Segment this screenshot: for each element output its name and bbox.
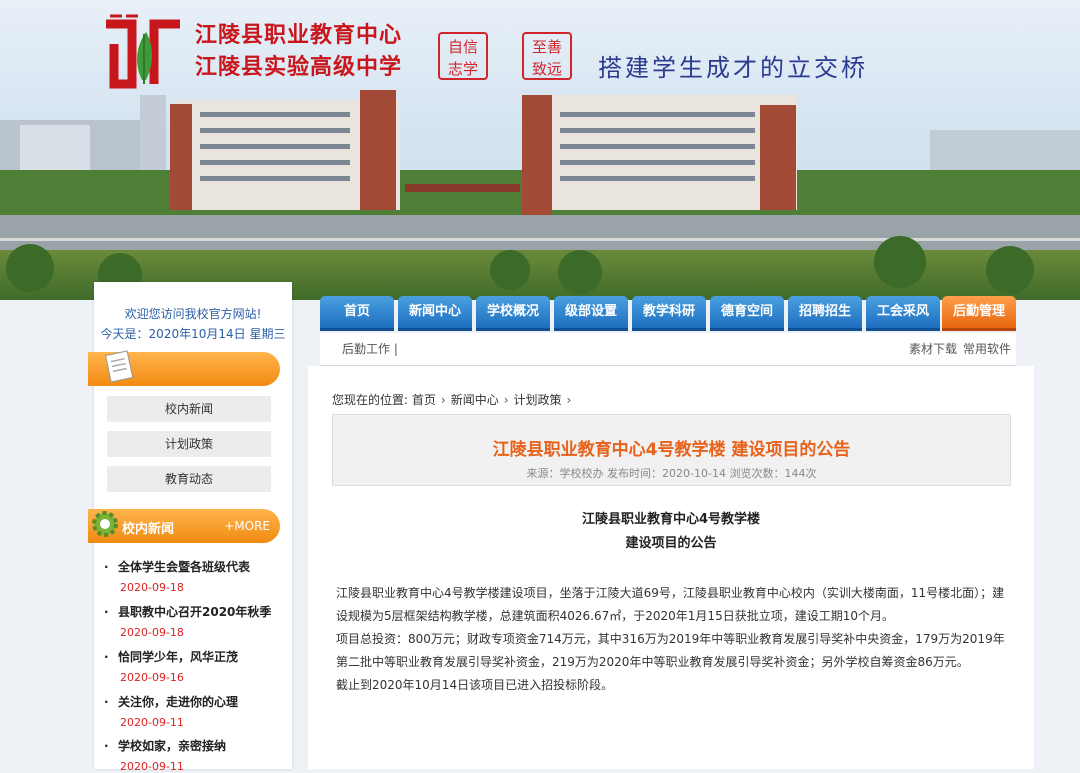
article-body-heading: 江陵县职业教育中心4号教学楼 建设项目的公告 bbox=[308, 508, 1034, 556]
heading-line-1: 江陵县职业教育中心4号教学楼 bbox=[581, 512, 761, 527]
news-section-title: 校内新闻 bbox=[122, 522, 175, 537]
sidebar-menu-header bbox=[88, 350, 280, 386]
seal-left-line-2: 志学 bbox=[447, 60, 478, 78]
tab-logistics[interactable]: 后勤管理 bbox=[942, 296, 1016, 331]
article-body: 江陵县职业教育中心4号教学楼建设项目，坐落于江陵大道69号，江陵县职业教育中心校… bbox=[336, 582, 1008, 697]
more-link[interactable]: +MORE bbox=[224, 519, 270, 533]
tab-home[interactable]: 首页 bbox=[320, 296, 394, 331]
chevron-right-icon: › bbox=[440, 393, 446, 407]
subnav-downloads[interactable]: 素材下载 bbox=[909, 333, 957, 365]
school-logo bbox=[106, 14, 180, 89]
bullet-icon: · bbox=[104, 605, 109, 619]
news-date: 2020-09-18 bbox=[120, 626, 184, 639]
tab-recruitment[interactable]: 招聘招生 bbox=[788, 296, 862, 331]
breadcrumb-label: 您现在的位置: bbox=[332, 393, 409, 407]
bullet-icon: · bbox=[104, 560, 109, 574]
news-title[interactable]: 全体学生会暨各班级代表 bbox=[118, 560, 250, 574]
news-list-item[interactable]: · 全体学生会暨各班级代表 2020-09-18 bbox=[104, 558, 284, 594]
sidebar-item-plans-policy[interactable]: 计划政策 bbox=[107, 431, 271, 457]
news-date: 2020-09-16 bbox=[120, 671, 184, 684]
sidebar-item-campus-news[interactable]: 校内新闻 bbox=[107, 396, 271, 422]
article-title: 江陵县职业教育中心4号教学楼 建设项目的公告 bbox=[492, 440, 851, 460]
heading-line-2: 建设项目的公告 bbox=[625, 536, 717, 551]
news-date: 2020-09-18 bbox=[120, 581, 184, 594]
document-icon bbox=[104, 350, 134, 383]
chevron-right-icon: › bbox=[566, 393, 572, 407]
seal-right-line-2: 致远 bbox=[531, 60, 562, 78]
main-content: 您现在的位置: 首页 › 新闻中心 › 计划政策 › 江陵县职业教育中心4号教学楼 建设项… bbox=[308, 366, 1034, 769]
main-nav: 首页 新闻中心 学校概况 级部设置 教学科研 德育空间 招聘招生 工会采风 后勤… bbox=[320, 296, 1016, 331]
tab-teaching-research[interactable]: 教学科研 bbox=[632, 296, 706, 331]
tab-grade-departments[interactable]: 级部设置 bbox=[554, 296, 628, 331]
seal-left-line-1: 自信 bbox=[447, 38, 478, 56]
school-name: 江陵县职业教育中心 江陵县实验高级中学 bbox=[195, 20, 402, 84]
news-list-item[interactable]: · 学校如家，亲密接纳 2020-09-11 bbox=[104, 737, 284, 773]
breadcrumb-home[interactable]: 首页 bbox=[412, 393, 436, 407]
current-date: 今天是：2020年10月14日 星期三 bbox=[100, 327, 286, 341]
school-name-line-2: 江陵县实验高级中学 bbox=[195, 55, 403, 80]
bullet-icon: · bbox=[104, 695, 109, 709]
seal-right-line-1: 至善 bbox=[531, 38, 562, 56]
tab-moral-education[interactable]: 德育空间 bbox=[710, 296, 784, 331]
subnav-software[interactable]: 常用软件 bbox=[963, 333, 1011, 365]
news-date: 2020-09-11 bbox=[120, 716, 184, 729]
breadcrumb-plans-policy[interactable]: 计划政策 bbox=[514, 393, 562, 407]
news-list-item[interactable]: · 关注你，走进你的心理 2020-09-11 bbox=[104, 693, 284, 729]
news-title[interactable]: 关注你，走进你的心理 bbox=[118, 695, 238, 709]
article-paragraph: 项目总投资：800万元；财政专项资金714万元，其中316万为2019年中等职业… bbox=[336, 632, 1005, 669]
news-list-item[interactable]: · 县职教中心召开2020年秋季 2020-09-18 bbox=[104, 603, 284, 639]
bullet-icon: · bbox=[104, 650, 109, 664]
tab-school-overview[interactable]: 学校概况 bbox=[476, 296, 550, 331]
motto-seal-right: 至善 致远 bbox=[522, 32, 572, 80]
news-list-item[interactable]: · 恰同学少年，风华正茂 2020-09-16 bbox=[104, 648, 284, 684]
news-title[interactable]: 学校如家，亲密接纳 bbox=[118, 739, 226, 753]
article-paragraph: 截止到2020年10月14日该项目已进入招投标阶段。 bbox=[336, 678, 614, 692]
news-title[interactable]: 恰同学少年，风华正茂 bbox=[118, 650, 238, 664]
news-section-header: 校内新闻 +MORE bbox=[88, 509, 280, 543]
school-motto: 搭建学生成才的立交桥 bbox=[598, 54, 868, 82]
left-sidebar: 欢迎您访问我校官方网站! 今天是：2020年10月14日 星期三 校内新闻 计划… bbox=[88, 282, 292, 773]
article-header: 江陵县职业教育中心4号教学楼 建设项目的公告 来源：学校校办 发布时间：2020… bbox=[332, 414, 1011, 486]
news-title[interactable]: 县职教中心召开2020年秋季 bbox=[118, 605, 271, 619]
sub-nav: 后勤工作 | 素材下载 常用软件 bbox=[320, 333, 1016, 366]
bullet-icon: · bbox=[104, 739, 109, 753]
article-meta: 来源：学校校办 发布时间：2020-10-14 浏览次数：144次 bbox=[526, 467, 817, 480]
gear-icon bbox=[92, 511, 118, 537]
tab-news-center[interactable]: 新闻中心 bbox=[398, 296, 472, 331]
chevron-right-icon: › bbox=[503, 393, 509, 407]
school-name-line-1: 江陵县职业教育中心 bbox=[195, 23, 403, 48]
tab-union[interactable]: 工会采风 bbox=[866, 296, 940, 331]
welcome-box: 欢迎您访问我校官方网站! 今天是：2020年10月14日 星期三 bbox=[94, 304, 292, 344]
breadcrumb: 您现在的位置: 首页 › 新闻中心 › 计划政策 › bbox=[332, 391, 576, 408]
subnav-logistics-work[interactable]: 后勤工作 | bbox=[342, 333, 398, 365]
article-paragraph: 江陵县职业教育中心4号教学楼建设项目，坐落于江陵大道69号，江陵县职业教育中心校… bbox=[336, 586, 1005, 623]
news-date: 2020-09-11 bbox=[120, 760, 184, 773]
motto-seal-left: 自信 志学 bbox=[438, 32, 488, 80]
sidebar-item-education-news[interactable]: 教育动态 bbox=[107, 466, 271, 492]
breadcrumb-news-center[interactable]: 新闻中心 bbox=[451, 393, 499, 407]
welcome-text: 欢迎您访问我校官方网站! bbox=[124, 307, 262, 321]
header-banner: 江陵县职业教育中心 江陵县实验高级中学 自信 志学 至善 致远 搭建学生成才的立… bbox=[0, 0, 1080, 300]
